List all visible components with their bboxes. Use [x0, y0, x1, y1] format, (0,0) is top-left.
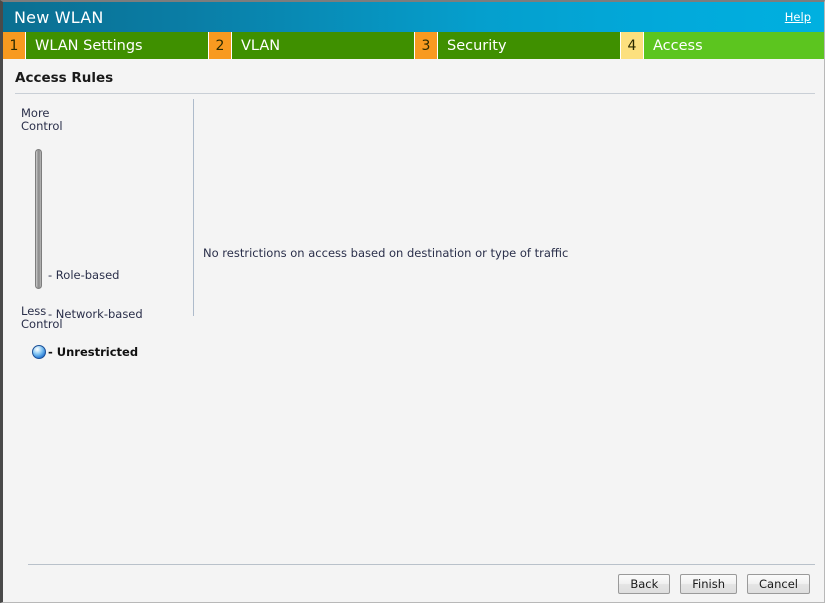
wizard-step-label: Security [438, 32, 621, 59]
slider-knob[interactable] [32, 345, 46, 359]
wizard-step-label: Access [644, 32, 824, 59]
new-wlan-dialog: New WLAN Help 1WLAN Settings2VLAN3Securi… [0, 0, 825, 603]
help-link[interactable]: Help [785, 10, 814, 24]
dialog-titlebar: New WLAN Help [3, 2, 824, 32]
back-button[interactable]: Back [618, 574, 670, 594]
slider-track[interactable] [35, 149, 42, 289]
footer-divider [28, 564, 815, 565]
wizard-step-security[interactable]: 3Security [415, 32, 621, 59]
slider-bottom-caption: Less Control [21, 305, 63, 331]
wizard-step-label: VLAN [232, 32, 415, 59]
wizard-step-bar: 1WLAN Settings2VLAN3Security4Access [3, 32, 824, 59]
slider-top-caption: More Control [21, 107, 63, 133]
wizard-step-label: WLAN Settings [26, 32, 209, 59]
wizard-step-number: 4 [621, 32, 644, 59]
wizard-step-access[interactable]: 4Access [621, 32, 824, 59]
vertical-divider [193, 99, 194, 316]
page-title: Access Rules [15, 70, 113, 86]
footer-button-group: Back Finish Cancel [618, 574, 810, 594]
access-control-slider: More Control - Role-based - Network-base… [3, 99, 194, 339]
finish-button[interactable]: Finish [680, 574, 737, 594]
wizard-step-wlan-settings[interactable]: 1WLAN Settings [3, 32, 209, 59]
wizard-step-number: 1 [3, 32, 26, 59]
wizard-step-number: 3 [415, 32, 438, 59]
slider-option-unrestricted[interactable]: - Unrestricted [48, 345, 138, 359]
dialog-title: New WLAN [14, 8, 104, 27]
heading-divider [15, 93, 815, 94]
access-description: No restrictions on access based on desti… [203, 246, 568, 260]
wizard-step-vlan[interactable]: 2VLAN [209, 32, 415, 59]
wizard-step-number: 2 [209, 32, 232, 59]
slider-option-role-based[interactable]: - Role-based [48, 268, 119, 282]
cancel-button[interactable]: Cancel [747, 574, 810, 594]
